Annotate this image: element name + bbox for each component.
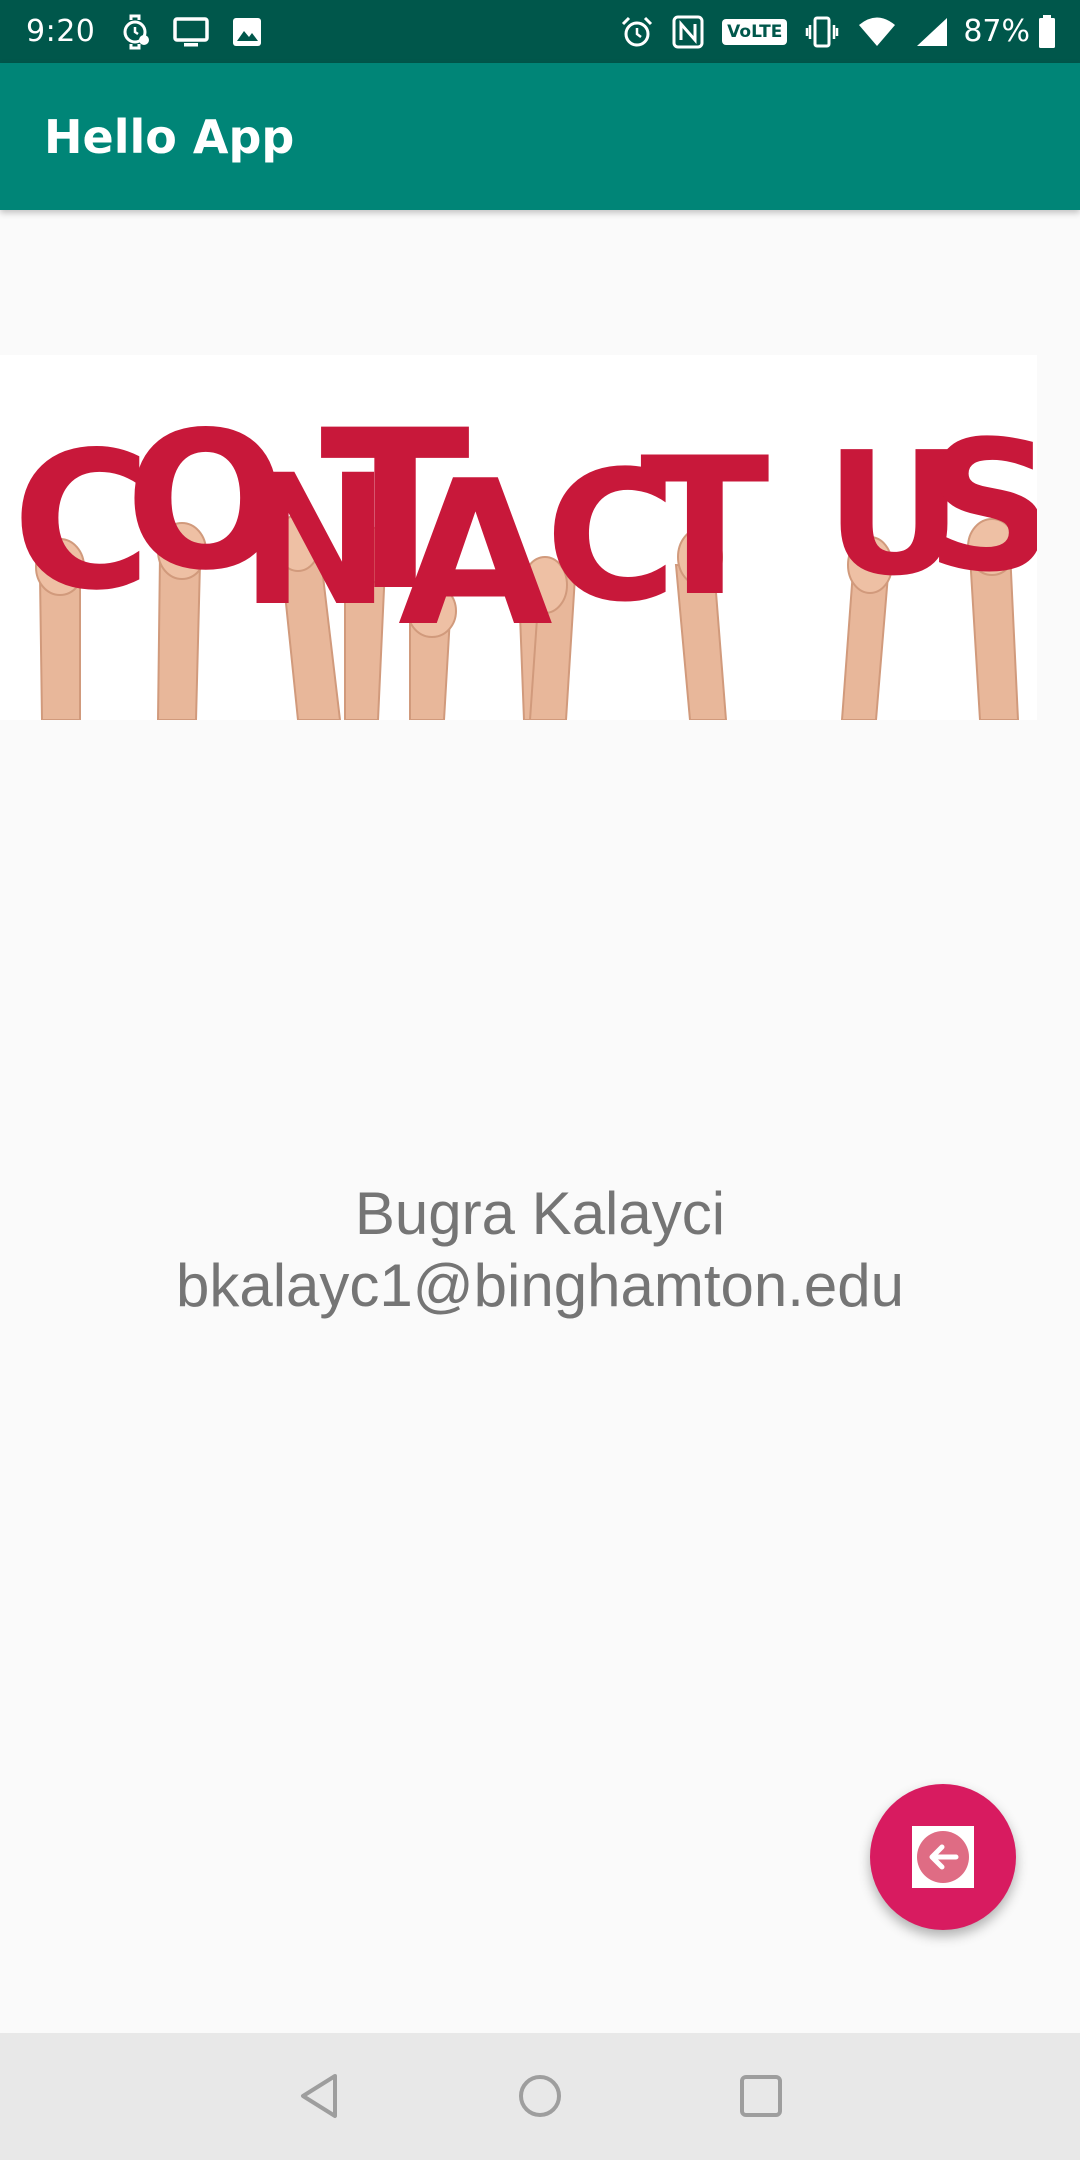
banner-letter: A — [398, 438, 553, 671]
app-title: Hello App — [44, 109, 295, 164]
wifi-icon — [857, 12, 897, 52]
monitor-icon — [173, 12, 210, 52]
screen: 9:20 VoLTE 87% Hello App C O N T A C T U… — [0, 0, 1080, 2160]
system-nav-bar — [0, 2033, 1080, 2160]
contact-name: Bugra Kalayci — [354, 1180, 726, 1247]
banner-letter: T — [640, 417, 770, 638]
volte-label: VoLTE — [722, 18, 788, 45]
arrow-left-icon — [912, 1826, 974, 1888]
banner-letter: S — [925, 403, 1037, 612]
app-bar: Hello App — [0, 63, 1080, 210]
signal-icon — [915, 12, 949, 52]
contact-us-banner-image: C O N T A C T U S — [0, 355, 1037, 720]
vibrate-icon — [805, 12, 839, 52]
image-icon — [231, 12, 263, 52]
nfc-icon — [672, 12, 704, 52]
battery-icon — [1038, 12, 1056, 52]
contact-info: Bugra Kalayci bkalayc1@binghamton.edu — [0, 1178, 1080, 1322]
contact-us-illustration: C O N T A C T U S — [0, 355, 1037, 720]
volte-icon: VoLTE — [722, 12, 788, 52]
recents-icon[interactable] — [730, 2065, 792, 2127]
back-icon[interactable] — [288, 2065, 350, 2127]
watch-icon — [121, 12, 151, 52]
status-time: 9:20 — [26, 14, 96, 49]
contact-email: bkalayc1@binghamton.edu — [175, 1252, 905, 1319]
back-fab-button[interactable] — [870, 1784, 1016, 1930]
home-icon[interactable] — [509, 2065, 571, 2127]
battery-percent: 87% — [963, 14, 1030, 49]
alarm-icon — [620, 12, 654, 52]
status-bar: 9:20 VoLTE 87% — [0, 0, 1080, 63]
